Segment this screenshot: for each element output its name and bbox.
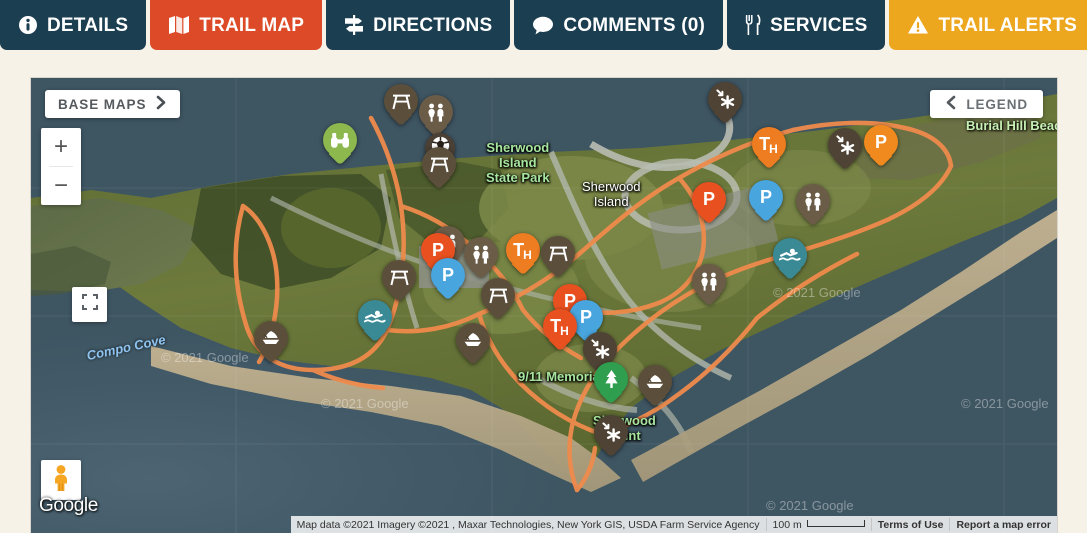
tab-label: DIRECTIONS xyxy=(373,15,493,36)
map-attribution-bar: Map data ©2021 Imagery ©2021 , Maxar Tec… xyxy=(290,516,1057,533)
zoom-in-button[interactable]: + xyxy=(41,128,81,166)
tab-label: SERVICES xyxy=(770,15,868,36)
tab-services[interactable]: SERVICES xyxy=(727,0,886,50)
viewpoint-marker[interactable] xyxy=(323,123,357,169)
parking-marker[interactable]: P xyxy=(692,182,726,228)
tab-trail-alerts[interactable]: TRAIL ALERTS xyxy=(889,0,1087,50)
restroom-icon xyxy=(692,264,726,298)
parking-letter-icon: P xyxy=(702,189,715,209)
restroom-icon xyxy=(796,184,830,218)
parking-marker[interactable]: P xyxy=(749,180,783,226)
trailhead-marker[interactable]: TH xyxy=(543,309,577,355)
zoom-control[interactable]: + − xyxy=(41,128,81,205)
fullscreen-icon xyxy=(81,294,98,315)
swim-icon xyxy=(358,300,392,334)
scale-label: 100 m xyxy=(772,518,802,531)
report-map-error-label[interactable]: Report a map error xyxy=(956,519,1051,531)
legend-label: LEGEND xyxy=(966,96,1028,112)
warning-icon xyxy=(907,15,929,35)
picnic-icon xyxy=(481,278,515,312)
swim-icon xyxy=(773,238,807,272)
chevron-left-icon xyxy=(945,95,956,113)
land-layer xyxy=(31,78,1057,533)
tab-comments-0[interactable]: COMMENTS (0) xyxy=(514,0,724,50)
utensils-icon xyxy=(745,14,761,36)
restroom-icon xyxy=(419,95,453,129)
picnic-icon xyxy=(541,236,575,270)
boat-icon xyxy=(456,323,490,357)
poi-icon xyxy=(583,332,617,366)
poi-icon xyxy=(594,415,628,449)
map-data-attribution: Map data ©2021 Imagery ©2021 , Maxar Tec… xyxy=(296,518,760,531)
zoom-out-button[interactable]: − xyxy=(41,167,81,205)
boat-marker[interactable] xyxy=(254,321,288,367)
google-logo: Google xyxy=(39,495,98,516)
fullscreen-button[interactable] xyxy=(72,287,107,322)
terms-of-use-label[interactable]: Terms of Use xyxy=(878,519,944,531)
parking-letter-icon: P xyxy=(874,132,887,152)
parking-marker[interactable]: P xyxy=(864,125,898,171)
trailhead-marker[interactable]: TH xyxy=(506,233,540,279)
park-marker[interactable] xyxy=(594,362,628,408)
street-view-pegman-button[interactable] xyxy=(41,460,81,500)
swim-marker[interactable] xyxy=(358,300,392,346)
parking-letter-icon: P xyxy=(759,187,772,207)
terms-of-use-link[interactable]: Terms of Use xyxy=(872,519,950,531)
tab-label: TRAIL ALERTS xyxy=(938,15,1078,36)
trail-tab-bar: DETAILS TRAIL MAP DIRECTIONS COMMENTS (0) SE… xyxy=(0,0,1087,50)
map-icon xyxy=(168,15,190,35)
picnic-marker[interactable] xyxy=(384,84,418,130)
swim-marker[interactable] xyxy=(773,238,807,284)
boat-marker[interactable] xyxy=(638,365,672,411)
picnic-marker[interactable] xyxy=(481,278,515,324)
report-map-error-link[interactable]: Report a map error xyxy=(950,519,1057,531)
info-icon xyxy=(18,15,38,35)
restroom-marker[interactable] xyxy=(796,184,830,230)
tab-trail-map[interactable]: TRAIL MAP xyxy=(150,0,323,50)
restroom-icon xyxy=(464,237,498,271)
binoculars-icon xyxy=(323,123,357,157)
tab-label: DETAILS xyxy=(47,15,129,36)
boat-icon xyxy=(254,321,288,355)
tab-label: TRAIL MAP xyxy=(199,15,305,36)
parking-marker[interactable]: P xyxy=(431,258,465,304)
picnic-icon xyxy=(422,147,456,181)
poi-marker[interactable] xyxy=(708,82,742,128)
picnic-icon xyxy=(384,84,418,118)
map-scale: 100 m xyxy=(767,519,871,531)
trailhead-letter-icon: TH xyxy=(550,316,569,338)
map-imagery[interactable]: Sherwood Island State Park Sherwood Island Co… xyxy=(31,78,1057,533)
signpost-icon xyxy=(344,14,364,36)
tree-icon xyxy=(594,362,628,396)
trailhead-letter-icon: TH xyxy=(513,240,532,262)
picnic-marker[interactable] xyxy=(422,147,456,193)
tab-label: COMMENTS (0) xyxy=(563,15,706,36)
tab-directions[interactable]: DIRECTIONS xyxy=(326,0,511,50)
poi-icon xyxy=(828,128,862,162)
base-maps-button[interactable]: BASE MAPS xyxy=(45,90,181,118)
poi-marker[interactable] xyxy=(828,128,862,174)
base-maps-label: BASE MAPS xyxy=(58,96,147,112)
picnic-icon xyxy=(382,260,416,294)
trail-map[interactable]: Sherwood Island State Park Sherwood Island Co… xyxy=(31,78,1057,533)
tab-details[interactable]: DETAILS xyxy=(0,0,147,50)
parking-letter-icon: P xyxy=(441,265,454,285)
poi-marker[interactable] xyxy=(594,415,628,461)
trailhead-letter-icon: TH xyxy=(759,134,778,156)
picnic-marker[interactable] xyxy=(541,236,575,282)
poi-icon xyxy=(708,82,742,116)
restroom-marker[interactable] xyxy=(464,237,498,283)
pegman-icon xyxy=(49,464,73,497)
boat-marker[interactable] xyxy=(456,323,490,369)
scale-bar xyxy=(806,520,865,527)
comment-icon xyxy=(532,16,554,35)
boat-icon xyxy=(638,365,672,399)
legend-button[interactable]: LEGEND xyxy=(930,90,1043,118)
trailhead-marker[interactable]: TH xyxy=(752,127,786,173)
restroom-marker[interactable] xyxy=(692,264,726,310)
chevron-right-icon xyxy=(156,95,167,113)
